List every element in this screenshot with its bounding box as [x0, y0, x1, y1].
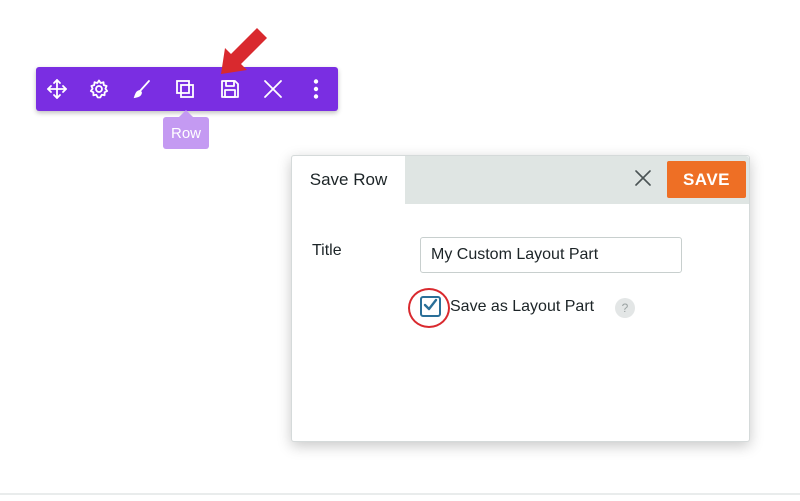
dialog-close-button[interactable]: [631, 168, 655, 192]
move-button[interactable]: [36, 67, 78, 111]
checkmark-icon: [423, 297, 438, 317]
dialog-header: Save Row SAVE: [292, 156, 749, 204]
close-icon: [634, 169, 652, 192]
style-button[interactable]: [121, 67, 163, 111]
row-tooltip: Row: [163, 110, 209, 149]
move-icon: [46, 78, 68, 100]
checkbox-label[interactable]: Save as Layout Part: [450, 298, 594, 316]
more-options-button[interactable]: [295, 67, 337, 111]
tooltip-caret: [179, 110, 193, 117]
help-icon[interactable]: ?: [615, 298, 635, 318]
brush-icon: [131, 78, 153, 100]
page-divider: [0, 493, 800, 495]
title-input[interactable]: [420, 237, 682, 273]
tooltip-label: Row: [163, 117, 209, 149]
more-vertical-icon: [305, 78, 327, 100]
save-as-layout-part-checkbox[interactable]: [420, 296, 441, 317]
title-label: Title: [312, 242, 342, 259]
save-button[interactable]: SAVE: [667, 161, 746, 198]
pointer-arrow-icon: [215, 28, 271, 83]
duplicate-icon: [174, 78, 196, 100]
tab-save-row[interactable]: Save Row: [292, 156, 405, 204]
gear-icon: [88, 78, 110, 100]
duplicate-button[interactable]: [164, 67, 206, 111]
row-toolbar: [36, 67, 338, 111]
settings-button[interactable]: [78, 67, 120, 111]
save-row-dialog: Save Row SAVE Title Save as Layout Part …: [291, 155, 750, 442]
